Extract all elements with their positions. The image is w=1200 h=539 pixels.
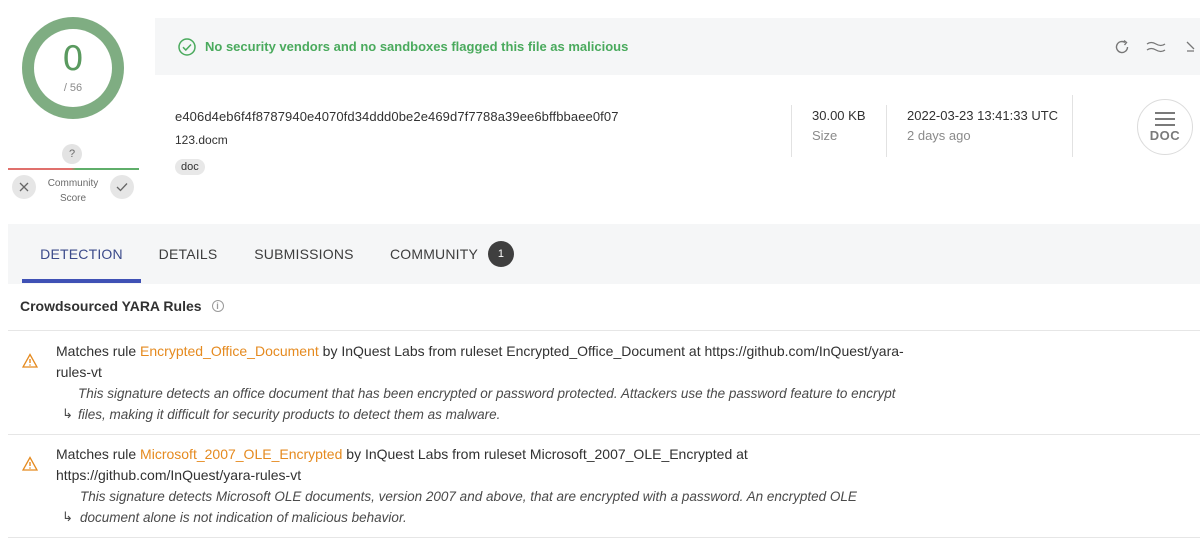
more-actions-icon[interactable] — [1180, 38, 1200, 56]
analysis-date-relative: 2 days ago — [907, 128, 971, 143]
similar-icon[interactable] — [1146, 38, 1166, 56]
tab-community[interactable]: COMMUNITY 1 — [382, 224, 522, 284]
community-score-help-icon[interactable]: ? — [62, 144, 82, 164]
vote-harmless-button[interactable] — [110, 175, 134, 199]
tab-community-label: COMMUNITY — [389, 246, 479, 262]
warning-icon — [22, 353, 38, 368]
community-score-bar — [8, 168, 139, 170]
yara-rule-description: This signature detects an office documen… — [78, 386, 896, 422]
file-info-card: e406d4eb6f4f8787940e4070fd34ddd0be2e469d… — [155, 75, 1200, 195]
status-bar: No security vendors and no sandboxes fla… — [155, 18, 1200, 75]
yara-rule-description: This signature detects Microsoft OLE doc… — [80, 489, 857, 525]
header-actions — [1112, 38, 1200, 56]
yara-section-title: Crowdsourced YARA Rules — [20, 298, 202, 314]
detection-score-widget: 0 / 56 ? Community Score — [0, 0, 145, 210]
divider — [8, 330, 1200, 331]
return-arrow-icon: ↳ — [62, 406, 73, 421]
info-icon[interactable]: i — [211, 300, 224, 312]
yara-rule-match: Matches rule Microsoft_2007_OLE_Encrypte… — [56, 446, 748, 483]
divider — [886, 105, 887, 157]
tab-submissions[interactable]: SUBMISSIONS — [244, 224, 364, 284]
tab-details[interactable]: DETAILS — [148, 224, 228, 284]
community-score-label: Community Score — [47, 178, 99, 204]
yara-rule-link[interactable]: Microsoft_2007_OLE_Encrypted — [140, 446, 342, 462]
file-size-label: Size — [812, 128, 838, 143]
divider — [8, 537, 1200, 538]
file-type-label: DOC — [1149, 127, 1181, 143]
score-positives: 0 — [62, 39, 84, 79]
section-title: Crowdsourced YARA Rules i — [20, 298, 224, 314]
file-tag[interactable]: doc — [175, 159, 205, 175]
file-hash[interactable]: e406d4eb6f4f8787940e4070fd34ddd0be2e469d… — [175, 109, 619, 124]
warning-icon — [22, 456, 38, 471]
check-circle-icon — [177, 37, 197, 57]
active-tab-indicator — [22, 279, 141, 283]
file-name: 123.docm — [175, 133, 228, 147]
file-type-doc-icon: DOC — [1137, 99, 1193, 155]
community-count-badge: 1 — [488, 241, 515, 267]
reanalyze-icon[interactable] — [1112, 38, 1132, 56]
divider — [8, 434, 1200, 435]
score-ring: 0 / 56 — [22, 17, 124, 119]
yara-rule-link[interactable]: Encrypted_Office_Document — [140, 343, 319, 359]
yara-rule-match: Matches rule Encrypted_Office_Document b… — [56, 343, 904, 380]
file-size-value: 30.00 KB — [812, 108, 866, 123]
check-icon — [116, 183, 128, 192]
analysis-date-value: 2022-03-23 13:41:33 UTC — [907, 108, 1059, 123]
divider — [791, 105, 792, 157]
return-arrow-icon: ↳ — [62, 509, 73, 524]
divider — [1072, 95, 1073, 157]
tab-bar: DETECTION DETAILS SUBMISSIONS COMMUNITY … — [8, 224, 1200, 284]
score-total: / 56 — [63, 82, 83, 94]
close-icon — [19, 182, 29, 192]
vote-harmful-button[interactable] — [12, 175, 36, 199]
tab-detection[interactable]: DETECTION — [22, 224, 141, 284]
status-message: No security vendors and no sandboxes fla… — [205, 39, 629, 54]
